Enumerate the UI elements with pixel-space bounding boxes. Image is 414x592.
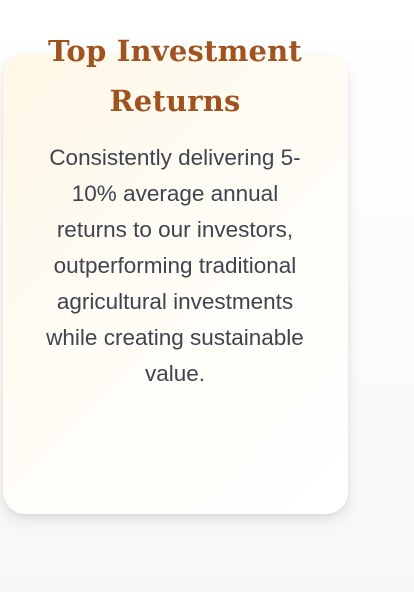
card-content: Top Investment Returns Consistently deli…	[44, 26, 306, 392]
card-description: Consistently delivering 5-10% average an…	[46, 145, 304, 386]
card-title: Top Investment Returns	[47, 34, 303, 118]
